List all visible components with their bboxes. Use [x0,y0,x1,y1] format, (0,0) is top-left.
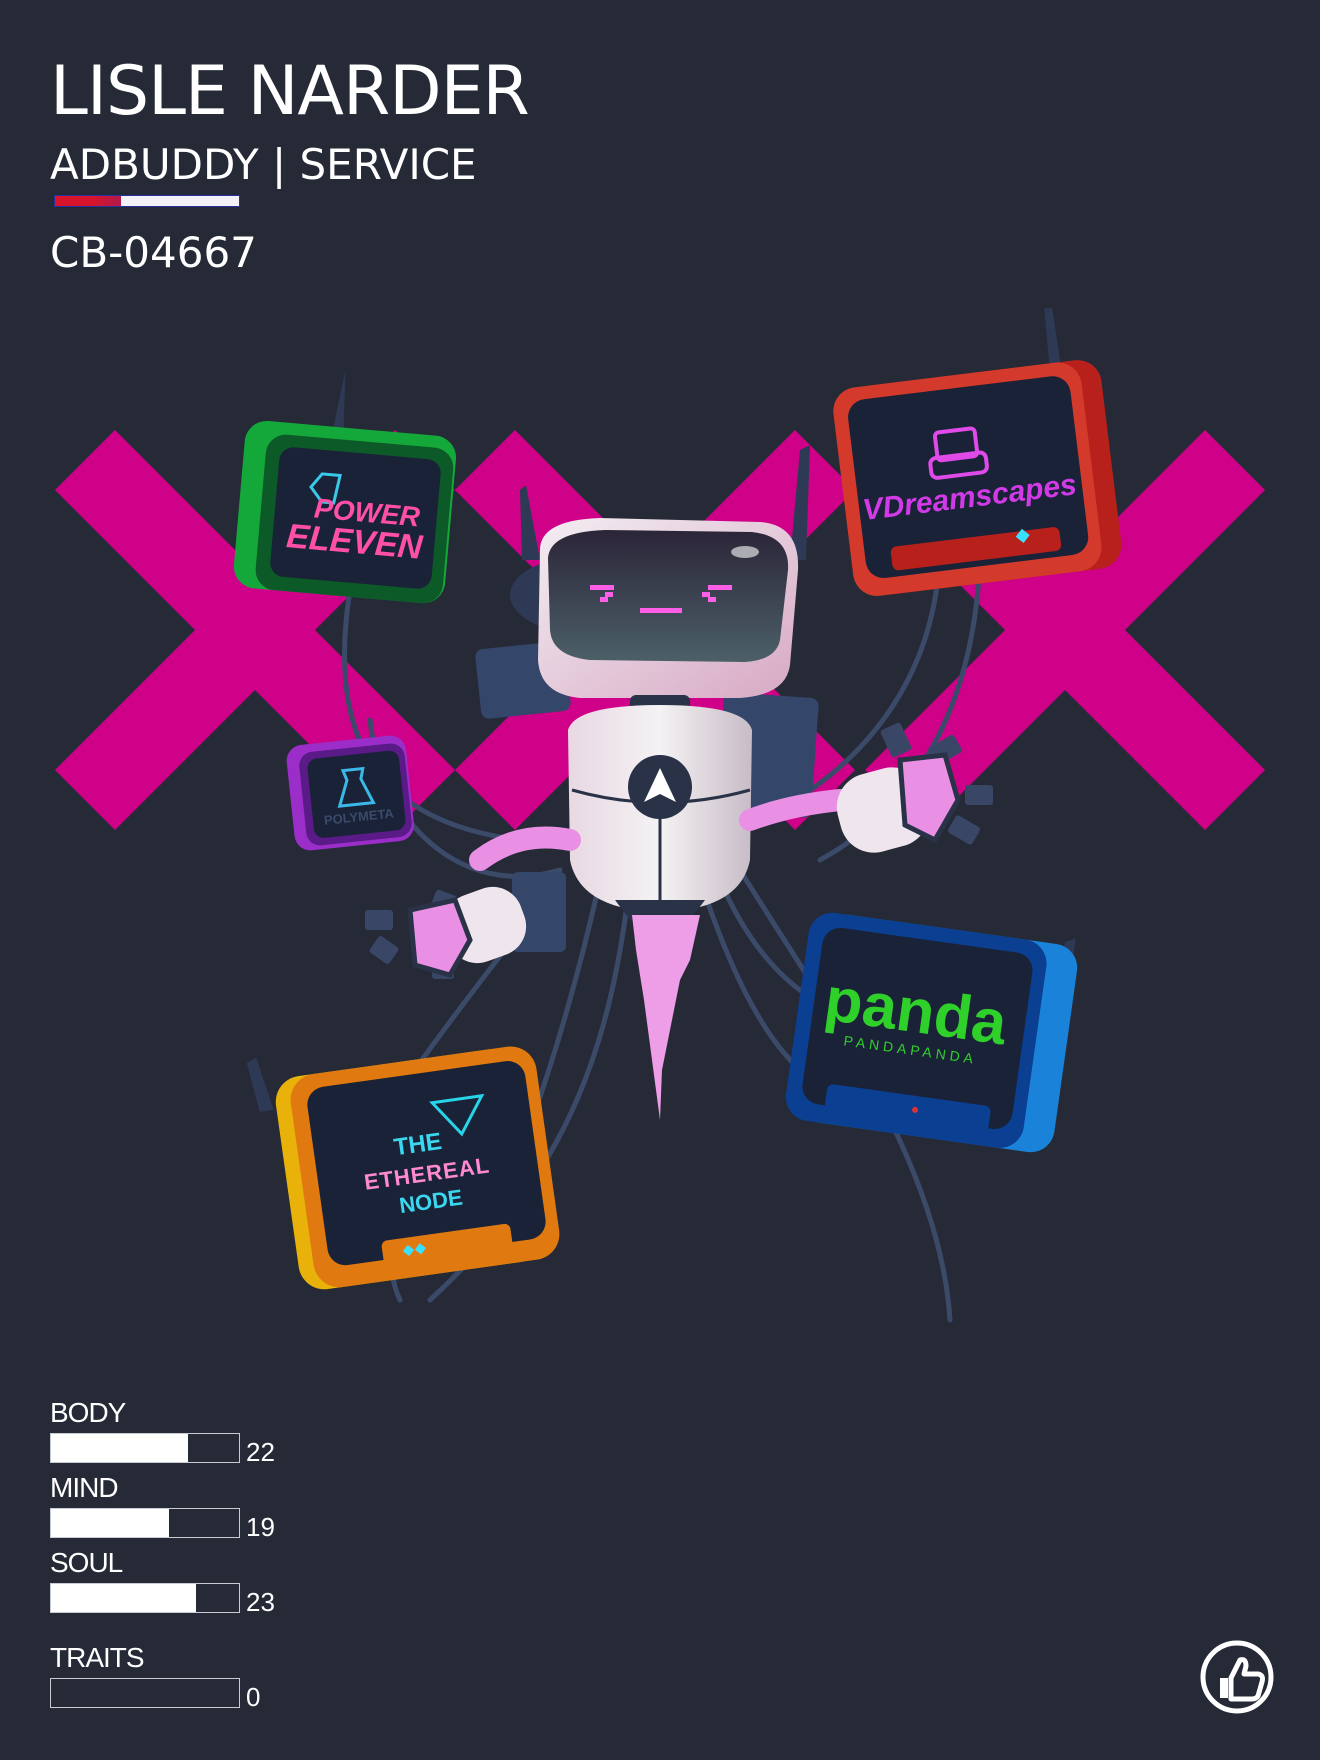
screen-panda: panda PANDAPANDA [785,912,1078,1153]
screen-ethereal-node: THE ETHEREAL NODE [246,1046,560,1290]
stat-bar-fill [51,1584,196,1612]
robot-artwork: POWER ELEVEN VDreamscapes POLYMETA panda… [55,307,1265,1323]
stat-soul: SOUL 23 [50,1548,275,1617]
stat-bar [50,1678,240,1708]
stat-bar-fill [51,1434,189,1462]
stat-traits: TRAITS 0 [50,1643,260,1712]
flag-stripe [54,195,240,207]
thruster-flame [632,915,700,1120]
robot-head [510,518,799,698]
stat-value: 19 [246,1512,275,1542]
thumbs-up-icon [1200,1640,1274,1714]
screen-polymeta: POLYMETA [286,735,414,851]
screen-vdreamscapes: VDreamscapes [833,307,1122,596]
stat-value: 23 [246,1587,275,1617]
character-role: ADBUDDY | SERVICE [50,140,477,189]
stat-label: BODY [50,1397,126,1428]
stat-body: BODY 22 [50,1398,275,1467]
stat-value: 22 [246,1437,275,1467]
stat-bar [50,1583,240,1613]
stat-bar [50,1508,240,1538]
stat-bar-fill [51,1509,170,1537]
stat-label: SOUL [50,1547,123,1578]
stat-mind: MIND 19 [50,1473,275,1542]
stat-bar [50,1433,240,1463]
character-name: LISLE NARDER [50,52,530,131]
stat-value: 0 [246,1682,261,1712]
character-id: CB-04667 [50,228,257,277]
robot-body [568,705,752,920]
stat-label: MIND [50,1472,119,1503]
stat-label: TRAITS [50,1642,145,1673]
screen-power-eleven: POWER ELEVEN [233,369,457,604]
